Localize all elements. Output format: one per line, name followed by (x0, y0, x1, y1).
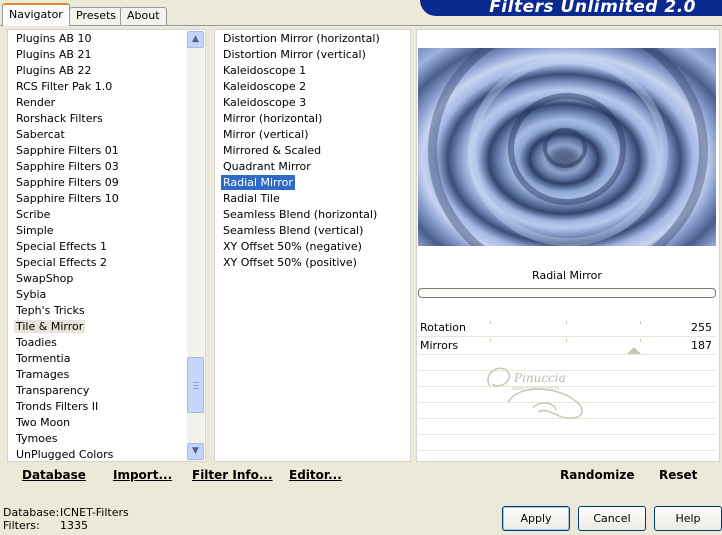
category-item[interactable]: Plugins AB 21 (8, 47, 188, 63)
reset-button[interactable]: Reset (659, 468, 697, 482)
category-list-panel: Plugins AB 10 Plugins AB 21 Plugins AB 2… (7, 29, 206, 462)
category-item[interactable]: Teph's Tricks (8, 303, 188, 319)
filter-item[interactable]: Distortion Mirror (vertical) (215, 47, 410, 63)
category-item[interactable]: Sapphire Filters 10 (8, 191, 188, 207)
param-label: Mirrors (420, 339, 459, 352)
tab-about[interactable]: About (120, 7, 167, 25)
param-empty-row (418, 419, 716, 435)
category-item[interactable]: Sybia (8, 287, 188, 303)
category-item[interactable]: Render (8, 95, 188, 111)
category-item[interactable]: Tormentia (8, 351, 188, 367)
preview-image (418, 48, 716, 246)
category-item[interactable]: Sapphire Filters 01 (8, 143, 188, 159)
param-empty-row (418, 371, 716, 387)
category-item[interactable]: Tramages (8, 367, 188, 383)
filter-item[interactable]: Quadrant Mirror (215, 159, 410, 175)
database-button[interactable]: Database (22, 468, 86, 482)
category-item[interactable]: RCS Filter Pak 1.0 (8, 79, 188, 95)
filter-item[interactable]: Kaleidoscope 3 (215, 95, 410, 111)
scroll-down-icon[interactable]: ▼ (187, 443, 204, 460)
param-label: Rotation (420, 321, 467, 334)
category-item[interactable]: Tronds Filters II (8, 399, 188, 415)
progress-bar (418, 288, 716, 298)
category-item[interactable]: Special Effects 2 (8, 255, 188, 271)
category-item[interactable]: Rorshack Filters (8, 111, 188, 127)
param-empty-row (418, 435, 716, 451)
editor-button[interactable]: Editor... (289, 468, 342, 482)
effect-name: Radial Mirror (532, 269, 602, 282)
category-item[interactable]: UnPlugged Colors (8, 447, 188, 461)
category-item[interactable]: Simple (8, 223, 188, 239)
apply-button[interactable]: Apply (502, 506, 570, 531)
window-title: Filters Unlimited 2.0 (420, 0, 722, 16)
status-database: Database: ICNET-Filters (3, 506, 129, 519)
parameter-list: Rotation 255 Mirrors 187 (418, 319, 716, 451)
category-item[interactable]: SwapShop (8, 271, 188, 287)
status-filters: Filters: 1335 (3, 519, 88, 532)
category-item[interactable]: Scribe (8, 207, 188, 223)
param-mirrors[interactable]: Mirrors 187 (418, 337, 716, 355)
bottom-toolbar: Database Import... Filter Info... Editor… (7, 462, 720, 491)
filter-list-panel: Distortion Mirror (horizontal) Distortio… (214, 29, 411, 462)
filter-item[interactable]: Mirror (horizontal) (215, 111, 410, 127)
category-item[interactable]: Plugins AB 22 (8, 63, 188, 79)
category-item[interactable]: Special Effects 1 (8, 239, 188, 255)
category-scrollbar[interactable]: ▲ ▼ (187, 31, 204, 461)
cancel-button[interactable]: Cancel (578, 506, 646, 531)
category-item[interactable]: Sapphire Filters 09 (8, 175, 188, 191)
tab-presets[interactable]: Presets (69, 7, 124, 25)
tab-divider (0, 25, 722, 26)
category-item[interactable]: Plugins AB 10 (8, 31, 188, 47)
category-item[interactable]: Toadies (8, 335, 188, 351)
param-empty-row (418, 403, 716, 419)
param-empty-row (418, 355, 716, 371)
filter-item[interactable]: Kaleidoscope 1 (215, 63, 410, 79)
slider-marker-icon (627, 347, 641, 354)
filter-item[interactable]: Distortion Mirror (horizontal) (215, 31, 410, 47)
scroll-thumb[interactable] (187, 357, 204, 413)
filter-info-button[interactable]: Filter Info... (192, 468, 273, 482)
help-button[interactable]: Help (654, 506, 722, 531)
scroll-up-icon[interactable]: ▲ (187, 31, 204, 48)
import-button[interactable]: Import... (113, 468, 172, 482)
filter-item[interactable]: Kaleidoscope 2 (215, 79, 410, 95)
filter-item[interactable]: Mirrored & Scaled (215, 143, 410, 159)
filter-item[interactable]: Seamless Blend (vertical) (215, 223, 410, 239)
category-list: Plugins AB 10 Plugins AB 21 Plugins AB 2… (8, 31, 188, 461)
status-filters-value: 1335 (60, 519, 88, 532)
randomize-button[interactable]: Randomize (560, 468, 634, 482)
tab-navigator[interactable]: Navigator (2, 3, 70, 26)
param-value: 187 (691, 339, 712, 352)
category-item[interactable]: Sapphire Filters 03 (8, 159, 188, 175)
status-database-value: ICNET-Filters (60, 506, 129, 519)
param-rotation[interactable]: Rotation 255 (418, 319, 716, 337)
filter-item[interactable]: Seamless Blend (horizontal) (215, 207, 410, 223)
category-item[interactable]: Tymoes (8, 431, 188, 447)
status-filters-label: Filters: (3, 519, 40, 532)
category-item[interactable]: Sabercat (8, 127, 188, 143)
filter-item[interactable]: Radial Tile (215, 191, 410, 207)
filter-item[interactable]: XY Offset 50% (negative) (215, 239, 410, 255)
status-database-label: Database: (3, 506, 60, 519)
param-value: 255 (691, 321, 712, 334)
filter-item[interactable]: XY Offset 50% (positive) (215, 255, 410, 271)
category-item[interactable]: Two Moon (8, 415, 188, 431)
filter-item-selected[interactable]: Radial Mirror (215, 175, 410, 191)
category-item-selected[interactable]: Tile & Mirror (8, 319, 188, 335)
filter-item[interactable]: Mirror (vertical) (215, 127, 410, 143)
param-empty-row (418, 387, 716, 403)
category-item[interactable]: Transparency (8, 383, 188, 399)
filter-list: Distortion Mirror (horizontal) Distortio… (215, 31, 410, 271)
